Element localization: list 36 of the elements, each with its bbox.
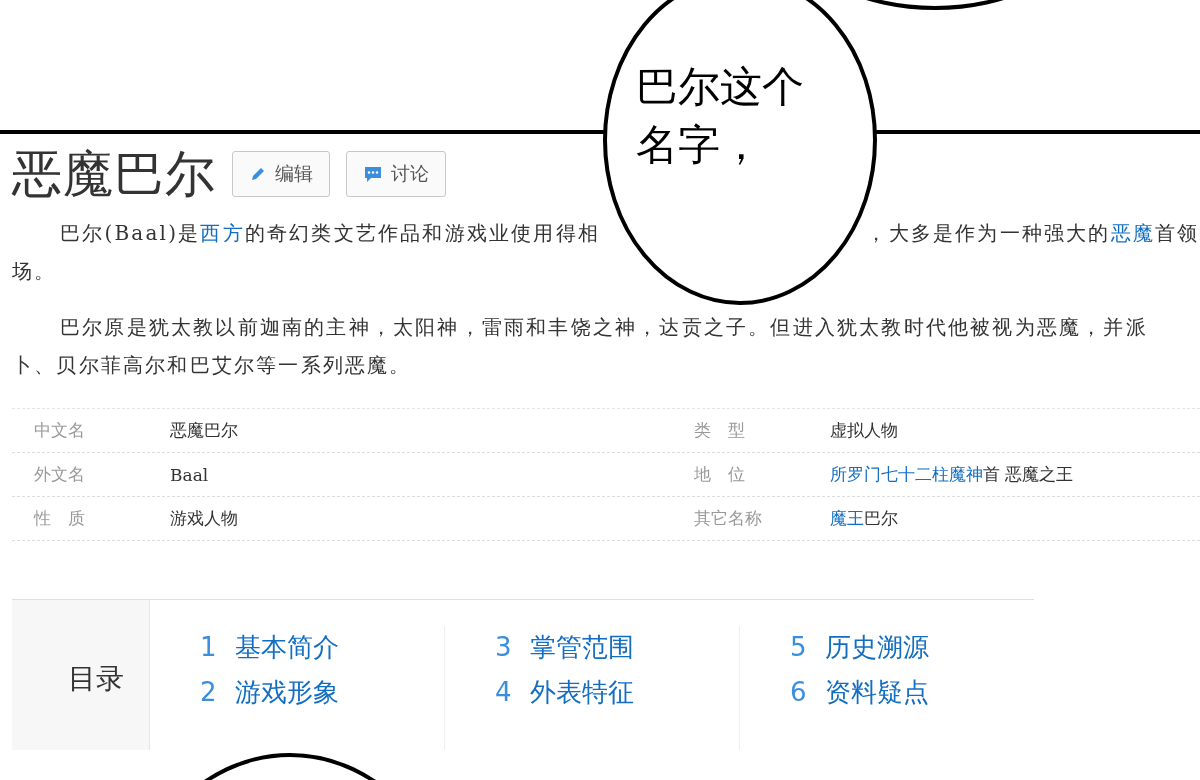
field-label: 其它名称 [693,507,763,530]
contents-link[interactable]: 2 游戏形象 [200,675,444,710]
text-link[interactable]: 魔王 [830,508,864,528]
contents-link[interactable]: 6 资料疑点 [790,675,1034,710]
text-link[interactable]: 西方 [200,221,245,245]
body-text: 巴尔 [864,508,898,528]
contents-link[interactable]: 1 基本简介 [200,630,444,665]
body-text: 场。 [12,259,57,283]
body-text: 卜、贝尔菲高尔和巴艾尔等一系列恶魔。 [12,353,412,377]
body-text: 巴尔原是犹太教以前迦南的主神，太阳神，雷雨和丰饶之神，达贡之子。但进入犹太教时代他被视为恶魔，并派 [60,315,1148,339]
speech-text: 巴尔这个 名字， [636,61,804,171]
discuss-button[interactable]: 讨论 [346,151,446,197]
edit-button[interactable]: 编辑 [232,151,330,197]
body-text: 虚拟人物 [830,420,898,440]
contents-link[interactable]: 3 掌管范围 [495,630,739,665]
field-label: 外文名 [33,463,86,486]
text-link[interactable]: 所罗门七十二柱魔神 [830,464,983,484]
pencil-icon [249,165,267,183]
field-label: 地 位 [693,463,746,486]
body-text: 首 恶魔之王 [983,464,1074,484]
body-text: Baal [170,464,209,485]
body-text: ，大多是作为一种强大的 [866,221,1111,245]
field-label: 性 质 [32,507,86,530]
contents-link[interactable]: 5 历史溯源 [790,630,1034,665]
body-text: 的奇幻类文艺作品和游戏业使用得相 [244,221,600,245]
body-text: 游戏人物 [170,508,238,528]
chat-bubble-icon [363,165,383,183]
body-text: 首领 [1154,221,1200,245]
article-title: 恶魔巴尔 [12,143,216,205]
field-label: 中文名 [33,419,86,442]
body-text: 巴尔(Baal)是 [60,221,201,245]
field-label: 类 型 [693,419,746,442]
contents-heading: 目录 [68,661,124,697]
body-text: 恶魔巴尔 [170,420,238,440]
contents-link[interactable]: 4 外表特征 [495,675,739,710]
text-link[interactable]: 恶魔 [1110,221,1155,245]
